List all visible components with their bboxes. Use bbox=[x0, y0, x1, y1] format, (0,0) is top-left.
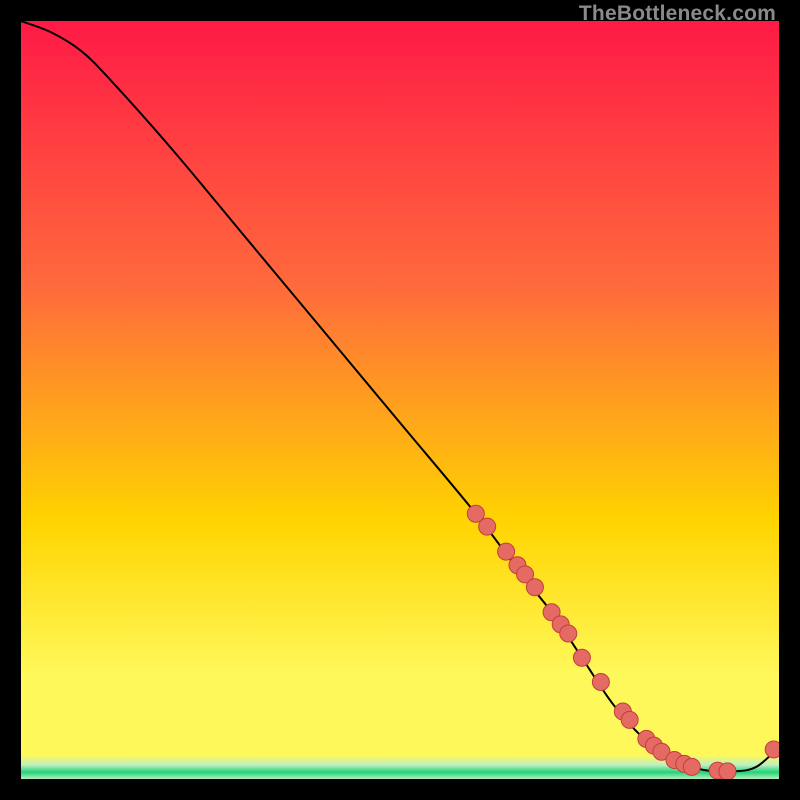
data-marker bbox=[621, 711, 638, 728]
data-marker bbox=[526, 579, 543, 596]
data-marker bbox=[719, 763, 736, 779]
chart-stage: TheBottleneck.com bbox=[0, 0, 800, 800]
bottleneck-curve bbox=[21, 21, 779, 772]
data-marker bbox=[592, 673, 609, 690]
data-marker bbox=[560, 625, 577, 642]
data-marker bbox=[573, 649, 590, 666]
data-marker bbox=[683, 758, 700, 775]
marker-group bbox=[467, 505, 779, 779]
data-marker bbox=[498, 543, 515, 560]
chart-overlay-svg bbox=[21, 21, 779, 779]
data-marker bbox=[479, 518, 496, 535]
data-marker bbox=[765, 741, 779, 758]
plot-area bbox=[21, 21, 779, 779]
